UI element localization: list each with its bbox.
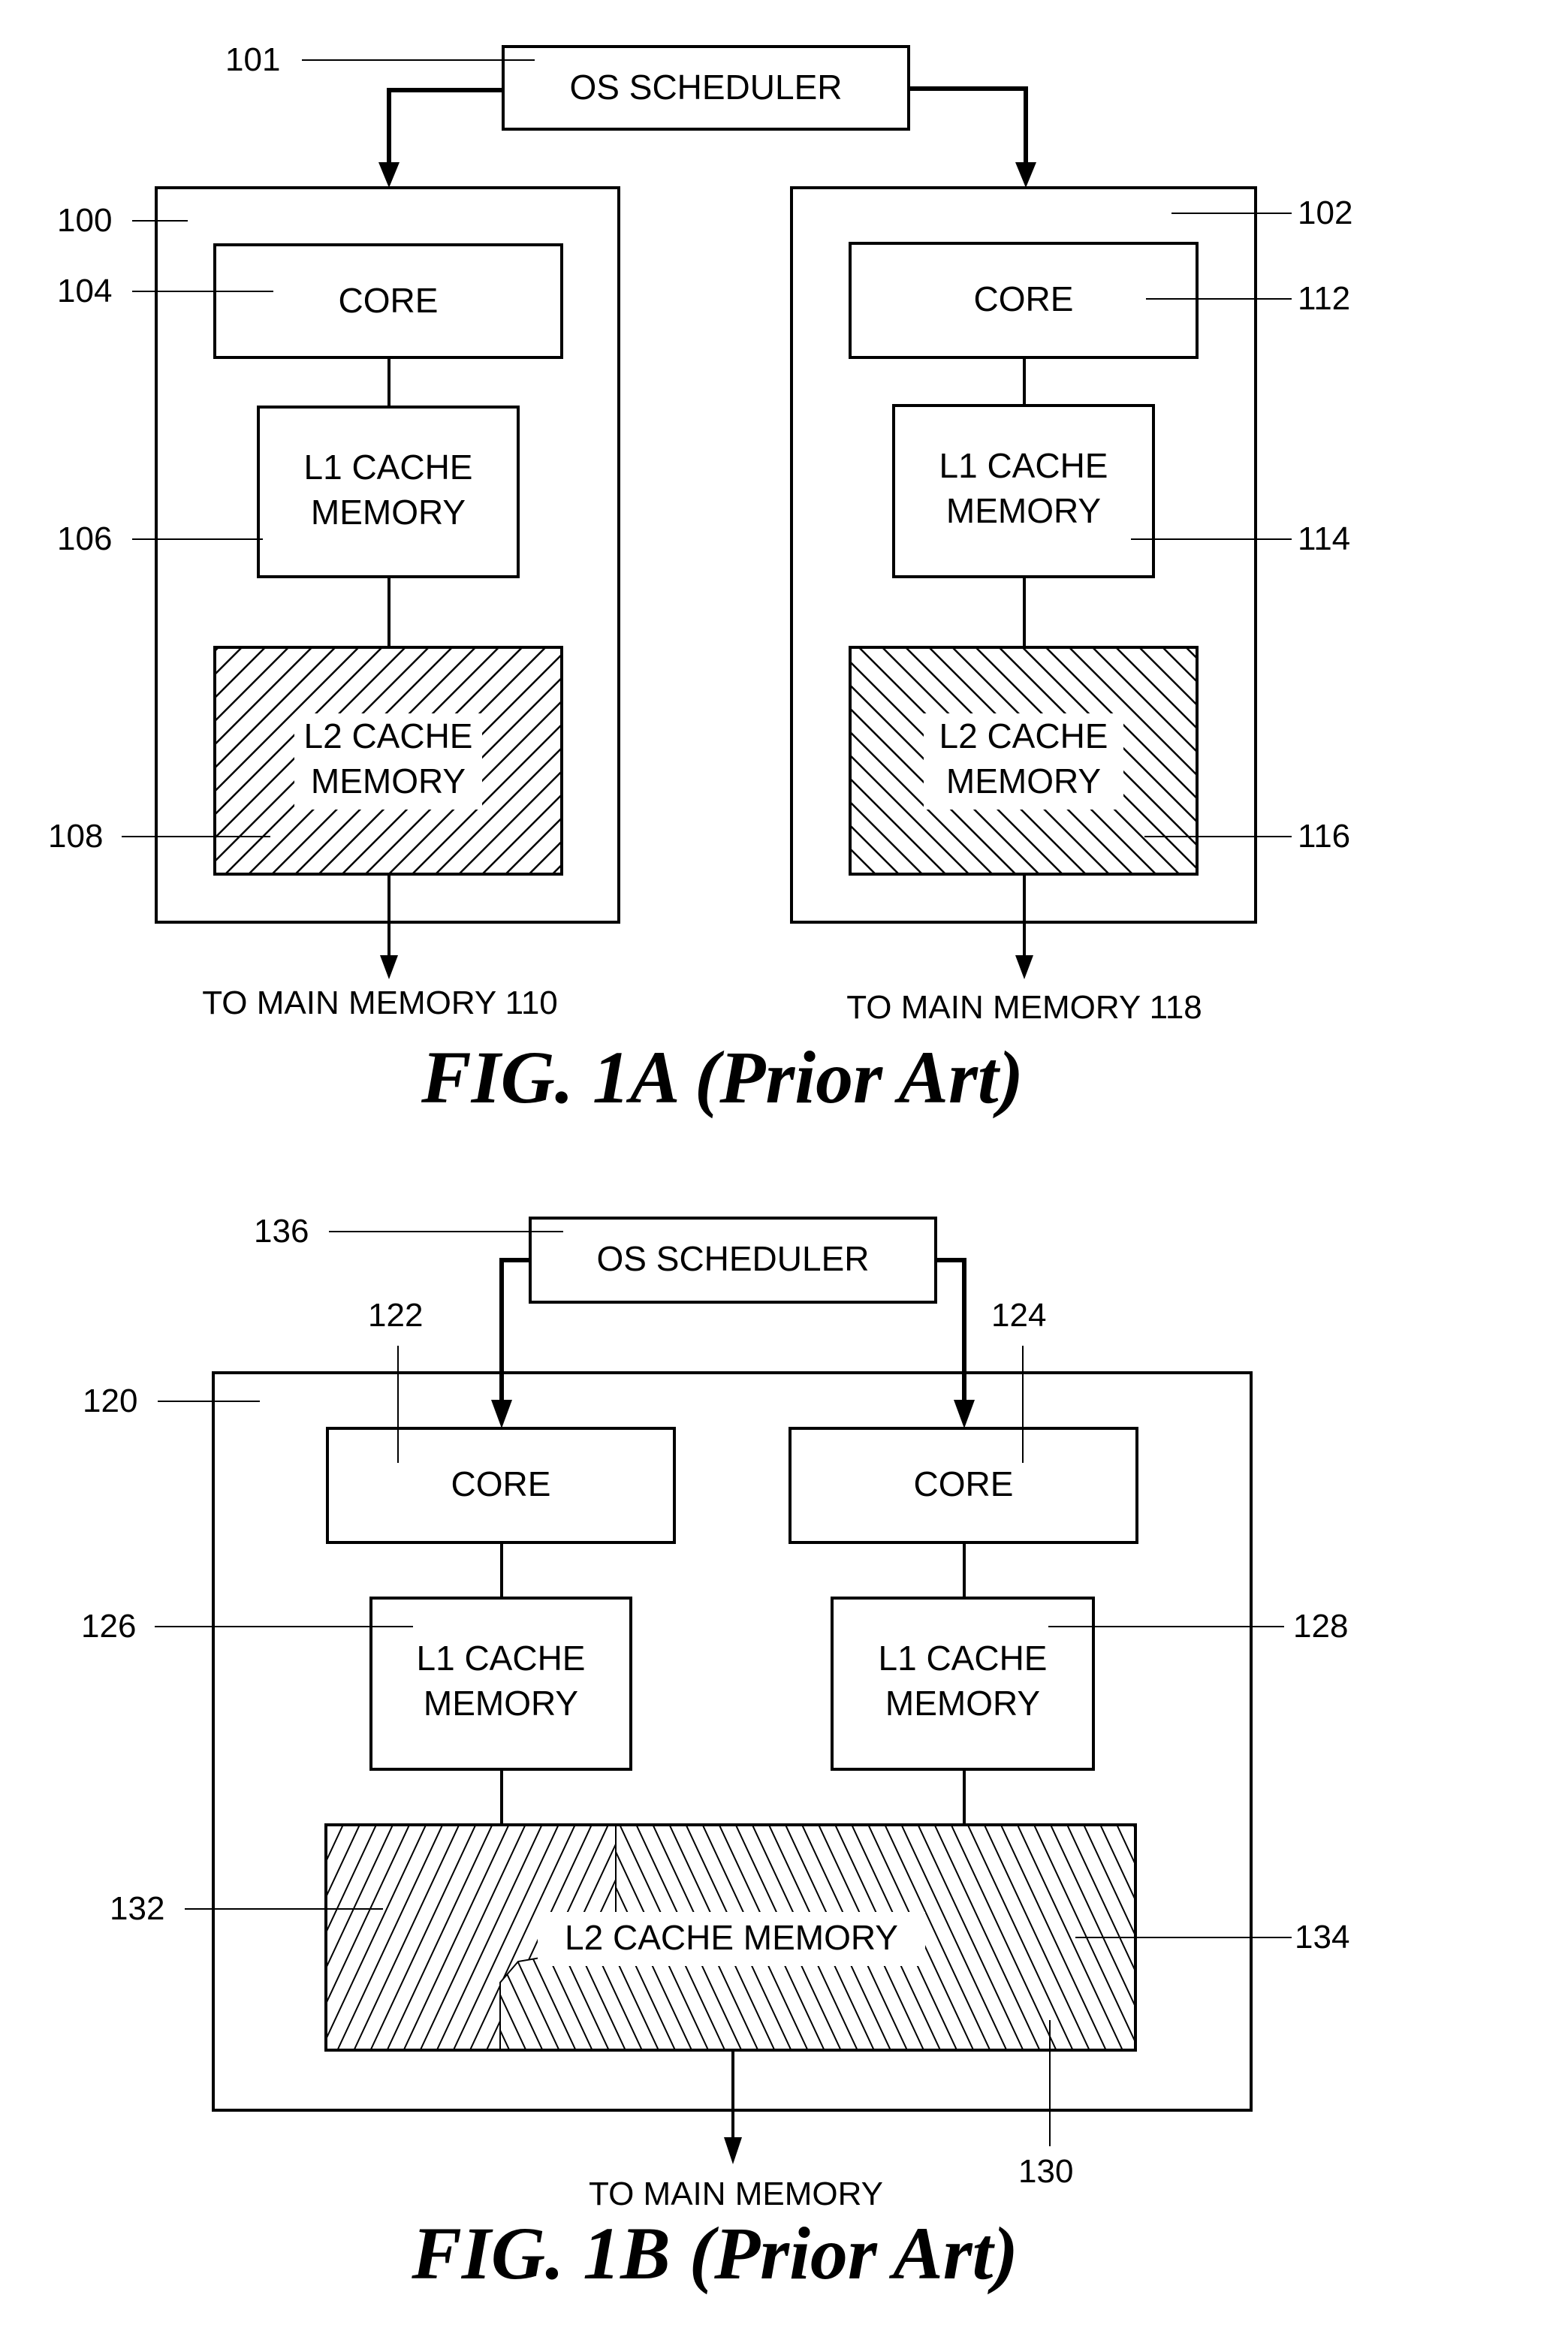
figure-caption-1a: FIG. 1A (Prior Art) — [421, 1036, 1024, 1119]
ref-label-102: 102 — [1298, 194, 1352, 231]
l1-cache-box — [257, 406, 520, 578]
ref-label-112: 112 — [1298, 280, 1350, 317]
core-label: CORE — [974, 279, 1074, 318]
arrowhead-icon — [378, 162, 400, 188]
arrowhead-icon — [1015, 162, 1036, 188]
processor-100: 100 CORE 104 L1 CACHE MEMORY 106 L2 CACH… — [48, 186, 620, 1021]
arrowhead-icon — [724, 2137, 742, 2164]
l2-cache-label-line2: MEMORY — [311, 761, 466, 801]
ref-label-122: 122 — [368, 1297, 423, 1334]
l1-cache-label-line2: MEMORY — [885, 1684, 1040, 1723]
l1-cache-label-line1: L1 CACHE — [939, 446, 1108, 485]
os-scheduler-label: OS SCHEDULER — [570, 68, 843, 107]
ref-label-136: 136 — [254, 1213, 309, 1250]
ref-label-134: 134 — [1295, 1919, 1349, 1956]
l2-cache-label-line1: L2 CACHE — [304, 716, 473, 755]
arrowhead-icon — [380, 955, 398, 979]
patent-figure-sheet: OS SCHEDULER 101 100 CORE 104 L1 CACHE M… — [48, 41, 1352, 2295]
os-scheduler-1b: OS SCHEDULER — [529, 1217, 937, 1304]
l1-cache-128: L1 CACHE MEMORY 128 — [831, 1597, 1348, 1771]
ref-label-130: 130 — [1018, 2153, 1073, 2190]
figure-caption-1b: FIG. 1B (Prior Art) — [411, 2212, 1018, 2295]
arrowhead-icon — [1015, 955, 1033, 979]
core-label: CORE — [451, 1464, 551, 1503]
l1-cache-label-line2: MEMORY — [424, 1684, 578, 1723]
l2-cache-label: L2 CACHE MEMORY — [565, 1918, 898, 1957]
ref-label-100: 100 — [57, 202, 112, 239]
ref-label-106: 106 — [57, 520, 112, 557]
ref-label-116: 116 — [1298, 818, 1350, 855]
dispatch-arrow-right — [909, 86, 1028, 170]
ref-label-114: 114 — [1298, 520, 1350, 557]
ref-label-101: 101 — [225, 41, 280, 78]
ref-label-104: 104 — [57, 273, 112, 309]
dispatch-arrow-left — [387, 88, 503, 170]
ref-label-124: 124 — [991, 1297, 1046, 1334]
processor-102: 102 CORE 112 L1 CACHE MEMORY 114 L2 CACH… — [790, 186, 1352, 1026]
l1-cache-label-line2: MEMORY — [311, 493, 466, 532]
main-memory-label: TO MAIN MEMORY 118 — [846, 989, 1202, 1026]
ref-label-126: 126 — [81, 1608, 136, 1645]
os-scheduler-label: OS SCHEDULER — [597, 1239, 870, 1278]
l1-cache-label-line1: L1 CACHE — [417, 1639, 586, 1678]
l1-cache-label-line2: MEMORY — [946, 491, 1101, 530]
figure-1a: OS SCHEDULER 101 100 CORE 104 L1 CACHE M… — [48, 41, 1352, 1119]
l1-cache-label-line1: L1 CACHE — [304, 448, 473, 487]
main-memory-label: TO MAIN MEMORY 110 — [202, 985, 558, 1021]
l1-cache-label-line1: L1 CACHE — [879, 1639, 1048, 1678]
ref-label-128: 128 — [1293, 1608, 1348, 1645]
l2-cache-label-line2: MEMORY — [946, 761, 1101, 801]
main-memory-label: TO MAIN MEMORY — [589, 2176, 883, 2212]
core-label: CORE — [339, 281, 439, 320]
ref-label-108: 108 — [48, 818, 103, 855]
l2-cache-label-line1: L2 CACHE — [939, 716, 1108, 755]
core-label: CORE — [914, 1464, 1014, 1503]
ref-label-132: 132 — [110, 1890, 164, 1927]
os-scheduler-1a: OS SCHEDULER — [502, 45, 910, 131]
figure-1b: OS SCHEDULER 136 120 CORE 122 CORE 124 L… — [81, 1213, 1349, 2295]
ref-label-120: 120 — [83, 1383, 137, 1419]
